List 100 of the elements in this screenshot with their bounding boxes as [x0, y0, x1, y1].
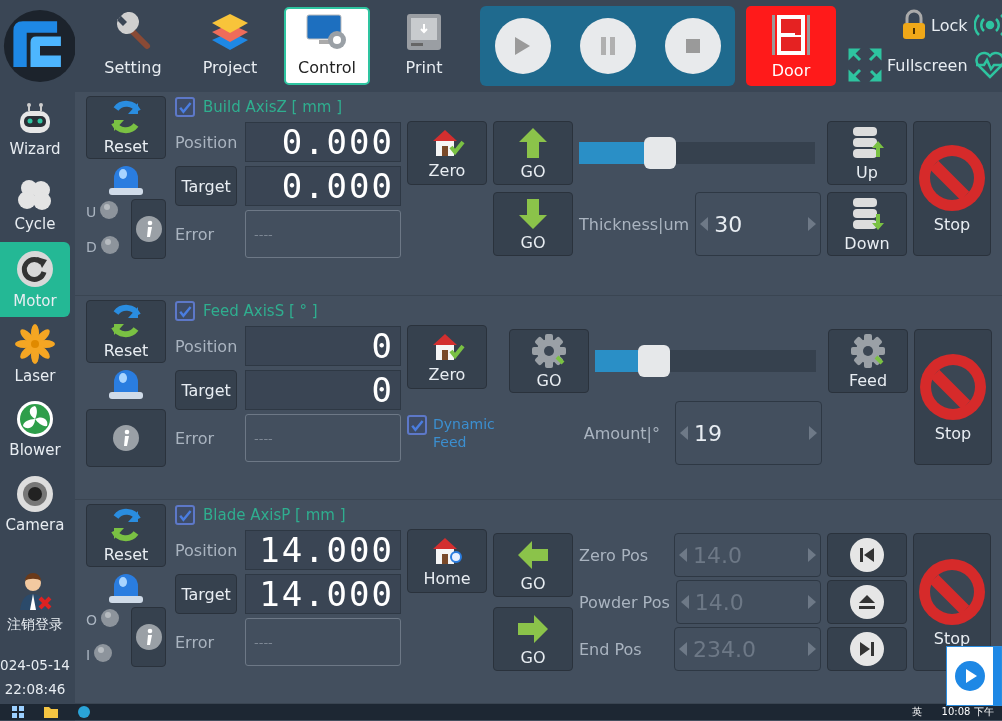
ime-indicator[interactable]: 英 [911, 706, 922, 718]
lamp-label: U [86, 203, 97, 220]
home-button[interactable]: Zero [407, 325, 487, 389]
info-icon [134, 623, 163, 651]
signal-icon [973, 12, 1002, 38]
fan-icon [16, 400, 54, 438]
decrement-arrow-icon [680, 595, 689, 609]
slider-thumb[interactable] [638, 345, 671, 377]
go-right-button[interactable]: GO [493, 607, 573, 671]
flower-icon [15, 324, 55, 364]
target-button[interactable]: Target [175, 166, 238, 206]
prohibited-icon [918, 351, 988, 422]
monitor-gear-icon [305, 12, 349, 52]
increment-arrow-icon [808, 595, 816, 609]
go-left-button[interactable]: GO [493, 533, 573, 597]
stop-button[interactable]: Stop [913, 121, 991, 256]
reset-button[interactable]: Reset [86, 504, 166, 567]
checkbox-label: Dynamic Feed [433, 415, 495, 451]
home-button[interactable]: Zero [407, 121, 487, 185]
taskbar-clock[interactable]: 10:08 下午 [941, 706, 994, 718]
sidebar-item[interactable]: Wizard [0, 92, 70, 167]
increment-arrow-icon [808, 217, 816, 231]
info-icon [112, 424, 140, 452]
checkbox[interactable] [175, 505, 195, 525]
info-icon [134, 215, 163, 243]
pause-icon [600, 37, 615, 55]
eject-icon [849, 584, 885, 620]
go-up-button[interactable]: GO [493, 121, 573, 185]
windows-icon[interactable] [12, 706, 24, 718]
reset-button[interactable]: Reset [86, 300, 166, 363]
browser-icon[interactable] [78, 706, 90, 718]
position-button[interactable] [827, 627, 907, 671]
number-spinbox[interactable]: 30 [695, 192, 821, 256]
slider-thumb[interactable] [644, 137, 677, 169]
fullscreen-button[interactable]: Fullscreen [847, 47, 968, 83]
home-button[interactable]: Home [407, 529, 487, 593]
door-icon [769, 12, 813, 57]
gear-icon [531, 332, 567, 369]
position-display: 14.000 [245, 530, 401, 570]
sidebar-item[interactable]: Blower [0, 392, 70, 467]
axis-title: Build AxisZ [ mm ] [203, 98, 343, 116]
lamp-label: O [86, 611, 98, 628]
nav-tab[interactable]: Project [187, 7, 273, 85]
logo-icon [2, 8, 78, 84]
nav-tab[interactable]: Control [284, 7, 370, 85]
lock-button[interactable]: Lock [901, 9, 968, 41]
position-button[interactable] [827, 580, 907, 624]
param-label: Amount|° [583, 423, 660, 443]
sidebar-item[interactable]: Laser [0, 317, 70, 392]
down-button[interactable]: Down [827, 192, 907, 256]
sidebar-item[interactable]: Camera [0, 467, 70, 542]
skip-start-icon [849, 537, 885, 573]
door-button[interactable]: Door [746, 6, 836, 86]
heart-pulse-icon [973, 51, 1002, 79]
logout-button[interactable]: 注销登录 [0, 572, 70, 647]
stop-square-icon [685, 39, 700, 53]
nav-tab[interactable]: Setting [90, 7, 176, 85]
checkbox[interactable] [175, 301, 195, 321]
recorder-overlay[interactable] [946, 646, 1002, 706]
stop-button[interactable]: Stop [914, 329, 992, 465]
user-logout-icon [18, 572, 52, 612]
folder-icon[interactable] [44, 706, 58, 718]
limit-lamp-icon [94, 644, 113, 662]
decrement-arrow-icon [700, 217, 709, 231]
param-label: Thickness|um [579, 214, 690, 234]
decrement-arrow-icon [679, 642, 687, 656]
up-button[interactable]: Up [827, 121, 907, 185]
position-label: Position [175, 132, 239, 152]
target-button[interactable]: Target [175, 574, 238, 614]
position-button[interactable] [827, 533, 907, 577]
param-label: End Pos [579, 639, 643, 659]
play-icon [515, 37, 530, 55]
reset-arrows-icon [108, 507, 144, 543]
info-button[interactable] [86, 409, 166, 467]
target-button[interactable]: Target [175, 370, 238, 410]
reset-button[interactable]: Reset [86, 96, 166, 159]
expand-icon [847, 47, 883, 83]
error-label: Error [175, 632, 215, 652]
position-display: 0 [245, 326, 401, 366]
lock-icon [901, 9, 928, 41]
number-spinbox[interactable]: 19 [675, 401, 822, 465]
printer-icon [405, 12, 443, 52]
play-circle-icon [953, 659, 987, 693]
nav-tab[interactable]: Print [381, 7, 467, 85]
position-label: Position [175, 540, 239, 560]
info-button[interactable] [131, 199, 166, 259]
date-time: 024-05-14 22:08:46 [0, 656, 70, 699]
feed-button[interactable]: Feed [828, 329, 908, 393]
go-button[interactable]: GO [509, 329, 589, 393]
checkbox[interactable] [175, 97, 195, 117]
checkbox[interactable] [407, 415, 427, 435]
go-down-button[interactable]: GO [493, 192, 573, 256]
target-display: 0 [245, 370, 401, 410]
param-label: Zero Pos [579, 545, 650, 565]
position-display: 0.000 [245, 122, 401, 162]
layers-icon [210, 12, 250, 52]
limit-lamp-icon [101, 609, 120, 627]
info-button[interactable] [131, 607, 166, 667]
target-display: 14.000 [245, 574, 401, 614]
sidebar-item[interactable]: Cycle [0, 167, 70, 242]
